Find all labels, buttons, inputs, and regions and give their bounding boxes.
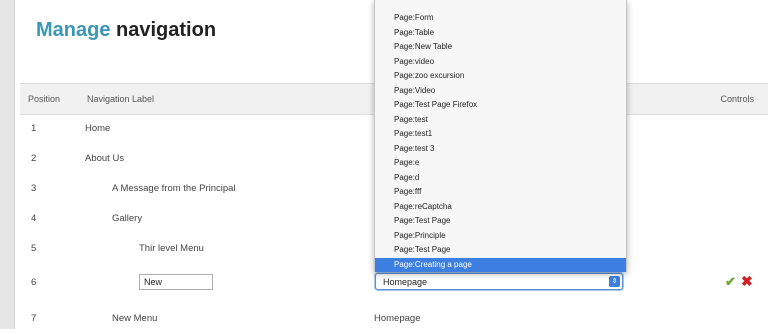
page-select-value: Homepage bbox=[383, 277, 428, 287]
row-position: 5 bbox=[31, 243, 37, 254]
dropdown-option[interactable]: Page:Test Page bbox=[375, 214, 626, 229]
left-rail bbox=[0, 0, 15, 329]
page-select-dropdown[interactable]: Page:Form Page:Table Page:New Table Page… bbox=[374, 0, 627, 272]
dropdown-option[interactable]: Page:fff bbox=[375, 185, 626, 200]
row-position: 3 bbox=[31, 183, 37, 194]
dropdown-option[interactable]: Page:video bbox=[375, 55, 626, 70]
page-title-accent: Manage bbox=[36, 19, 111, 41]
table-row: 7 New Menu Homepage bbox=[20, 304, 768, 334]
page-title-rest: navigation bbox=[116, 19, 217, 41]
updown-arrows-icon: ⇕ bbox=[609, 276, 620, 287]
dropdown-option[interactable]: Page:New Table bbox=[375, 40, 626, 55]
row-position: 1 bbox=[31, 123, 37, 134]
page-title: Manage navigation bbox=[36, 19, 216, 42]
dropdown-option[interactable]: Page:d bbox=[375, 171, 626, 186]
dropdown-option[interactable]: Page:test 3 bbox=[375, 142, 626, 157]
dropdown-option[interactable]: Page:Form bbox=[375, 11, 626, 26]
row-label[interactable]: Gallery bbox=[112, 213, 142, 224]
header-controls: Controls bbox=[720, 94, 754, 104]
dropdown-option-selected[interactable]: Page:Creating a page bbox=[375, 257, 626, 272]
page-select[interactable]: Homepage ⇕ bbox=[375, 273, 623, 290]
checkmark-icon[interactable]: ✔ bbox=[725, 274, 736, 290]
header-position: Position bbox=[28, 94, 61, 104]
dropdown-option[interactable]: Page:test1 bbox=[375, 127, 626, 142]
dropdown-option[interactable]: Page:e bbox=[375, 156, 626, 171]
row-page: Homepage bbox=[374, 313, 421, 324]
dropdown-option[interactable]: Page:Principle bbox=[375, 229, 626, 244]
dropdown-option[interactable]: Page:test bbox=[375, 113, 626, 128]
table-row-editing: 6 Homepage ⇕ ✔ ✖ bbox=[20, 268, 768, 298]
header-navigation-label: Navigation Label bbox=[87, 94, 155, 104]
row-label[interactable]: Thir level Menu bbox=[139, 243, 204, 254]
dropdown-option[interactable]: Page:reCaptcha bbox=[375, 200, 626, 215]
close-icon[interactable]: ✖ bbox=[741, 273, 753, 290]
row-label[interactable]: About Us bbox=[85, 153, 124, 164]
row-position: 6 bbox=[31, 277, 37, 288]
dropdown-option[interactable]: Page:Video bbox=[375, 84, 626, 99]
row-position: 4 bbox=[31, 213, 37, 224]
row-label[interactable]: A Message from the Principal bbox=[112, 183, 236, 194]
dropdown-option[interactable]: Page:zoo excursion bbox=[375, 69, 626, 84]
dropdown-option[interactable]: Page:Test Page bbox=[375, 243, 626, 258]
row-position: 2 bbox=[31, 153, 37, 164]
dropdown-option[interactable]: Page:Test Page Firefox bbox=[375, 98, 626, 113]
row-label[interactable]: Home bbox=[85, 123, 110, 134]
row-position: 7 bbox=[31, 313, 37, 324]
dropdown-option[interactable]: Page:Table bbox=[375, 26, 626, 41]
navigation-label-input[interactable] bbox=[139, 274, 213, 290]
row-label[interactable]: New Menu bbox=[112, 313, 157, 324]
